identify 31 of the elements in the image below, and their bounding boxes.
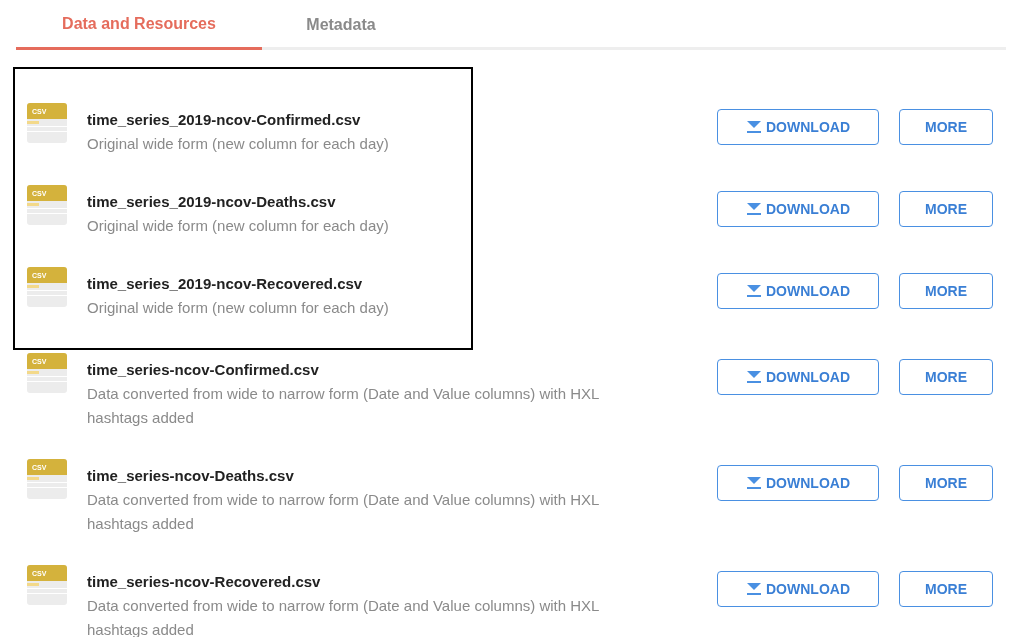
file-description: Original wide form (new column for each day) [87,216,390,236]
file-description: Original wide form (new column for each day) [87,134,390,154]
file-name[interactable]: time_series-ncov-Confirmed.csv [87,358,627,382]
tab[interactable]: Metadata [262,0,420,50]
download-icon [746,476,762,490]
file-description: Original wide form (new column for each day) [87,298,390,318]
download-button[interactable]: DOWNLOAD [717,109,879,145]
more-button[interactable]: MORE [899,109,993,145]
file-name[interactable]: time_series_2019-ncov-Confirmed.csv [87,108,627,132]
download-button[interactable]: DOWNLOAD [717,465,879,501]
download-icon [746,202,762,216]
tab[interactable]: Data and Resources [16,0,262,50]
download-button[interactable]: DOWNLOAD [717,359,879,395]
download-icon [746,284,762,298]
download-button[interactable]: DOWNLOAD [717,273,879,309]
download-icon [746,120,762,134]
file-description: Data converted from wide to narrow form (Date and Value columns) with HXL hashtags added [87,490,600,534]
more-button[interactable]: MORE [899,273,993,309]
file-name[interactable]: time_series-ncov-Deaths.csv [87,464,627,488]
more-button[interactable]: MORE [899,465,993,501]
download-button[interactable]: DOWNLOAD [717,191,879,227]
file-name[interactable]: time_series_2019-ncov-Deaths.csv [87,190,627,214]
download-button[interactable]: DOWNLOAD [717,571,879,607]
file-name[interactable]: time_series-ncov-Recovered.csv [87,570,627,594]
file-name[interactable]: time_series_2019-ncov-Recovered.csv [87,272,627,296]
more-button[interactable]: MORE [899,359,993,395]
more-button[interactable]: MORE [899,191,993,227]
download-icon [746,582,762,596]
more-button[interactable]: MORE [899,571,993,607]
download-icon [746,370,762,384]
file-description: Data converted from wide to narrow form (Date and Value columns) with HXL hashtags added [87,384,600,428]
